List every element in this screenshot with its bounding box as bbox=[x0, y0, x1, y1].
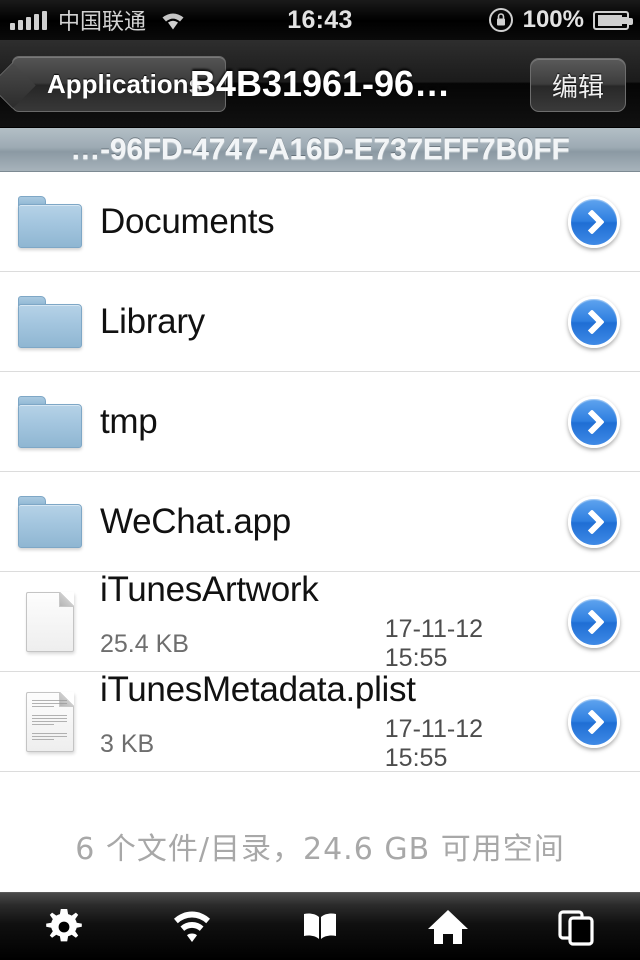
list-item-date: 17-11-12 15:55 bbox=[384, 715, 483, 772]
list-item-meta: 25.4 KB 17-11-12 15:55 bbox=[100, 615, 544, 673]
rotation-lock-icon bbox=[488, 7, 514, 33]
list-item-name: WeChat.app bbox=[100, 501, 291, 541]
battery-charging-icon bbox=[593, 10, 633, 30]
home-icon bbox=[425, 904, 471, 950]
back-button-applications[interactable]: Applications bbox=[12, 56, 227, 112]
list-item[interactable]: Documents bbox=[0, 172, 640, 272]
chevron-right-circle-icon[interactable] bbox=[548, 472, 640, 572]
list-item[interactable]: WeChat.app bbox=[0, 472, 640, 572]
list-footer-summary: 6 个文件/目录，24.6 GB 可用空间 bbox=[0, 800, 640, 892]
tab-home[interactable] bbox=[384, 893, 512, 960]
tab-settings[interactable] bbox=[0, 893, 128, 960]
path-breadcrumb-bar[interactable]: …-96FD-4747-A16D-E737EFF7B0FF bbox=[0, 128, 640, 172]
tab-bookmarks[interactable] bbox=[256, 893, 384, 960]
list-item-text: Library bbox=[100, 302, 548, 342]
tab-wifi[interactable] bbox=[128, 893, 256, 960]
chevron-right-circle-icon[interactable] bbox=[548, 172, 640, 272]
navigation-bar: Applications B4B31961-96… 编辑 bbox=[0, 40, 640, 128]
list-item-name: Documents bbox=[100, 201, 275, 241]
book-icon bbox=[297, 904, 343, 950]
list-item-name: tmp bbox=[100, 401, 158, 441]
blank-document-icon bbox=[0, 572, 100, 672]
list-item-text: iTunesArtwork 25.4 KB 17-11-12 15:55 bbox=[100, 570, 548, 673]
folder-icon bbox=[0, 372, 100, 472]
status-bar-right: 100% bbox=[488, 6, 640, 34]
folder-icon bbox=[0, 272, 100, 372]
list-item-text: WeChat.app bbox=[100, 502, 548, 542]
list-item-size: 3 KB bbox=[100, 729, 155, 758]
list-item[interactable]: tmp bbox=[0, 372, 640, 472]
list-item-size: 25.4 KB bbox=[100, 629, 189, 658]
chevron-right-circle-icon[interactable] bbox=[548, 572, 640, 672]
windows-copy-icon bbox=[553, 904, 599, 950]
list-item[interactable]: iTunesMetadata.plist 3 KB 17-11-12 15:55 bbox=[0, 670, 640, 773]
edit-button[interactable]: 编辑 bbox=[530, 58, 626, 112]
edit-button-label: 编辑 bbox=[551, 72, 604, 103]
back-button-label: Applications bbox=[47, 68, 204, 99]
folder-icon bbox=[0, 472, 100, 572]
list-item-meta: 3 KB 17-11-12 15:55 bbox=[100, 715, 544, 773]
chevron-right-circle-icon[interactable] bbox=[548, 272, 640, 372]
wifi-icon bbox=[169, 904, 215, 950]
list-item-text: tmp bbox=[100, 402, 548, 442]
breadcrumb-path-label: …-96FD-4747-A16D-E737EFF7B0FF bbox=[70, 132, 570, 166]
list-item-name: iTunesMetadata.plist bbox=[100, 670, 416, 709]
tab-bar bbox=[0, 892, 640, 960]
footer-summary-label: 6 个文件/目录，24.6 GB 可用空间 bbox=[75, 832, 565, 867]
gear-icon bbox=[41, 904, 87, 950]
chevron-right-circle-icon[interactable] bbox=[548, 672, 640, 772]
file-list[interactable]: Documents Library tmp WeChat.app iTunesA… bbox=[0, 172, 640, 800]
list-item-date: 17-11-12 15:55 bbox=[384, 615, 483, 672]
text-document-icon bbox=[0, 672, 100, 772]
file-browser-screen: 中国联通 16:43 100% Applications B4B31961-96… bbox=[0, 0, 640, 960]
list-item-name: iTunesArtwork bbox=[100, 570, 319, 609]
list-item-text: Documents bbox=[100, 202, 548, 242]
tab-windows[interactable] bbox=[512, 893, 640, 960]
list-item[interactable]: iTunesArtwork 25.4 KB 17-11-12 15:55 bbox=[0, 570, 640, 673]
chevron-right-circle-icon[interactable] bbox=[548, 372, 640, 472]
list-item[interactable]: Library bbox=[0, 272, 640, 372]
status-bar: 中国联通 16:43 100% bbox=[0, 0, 640, 40]
folder-icon bbox=[0, 172, 100, 272]
list-item-text: iTunesMetadata.plist 3 KB 17-11-12 15:55 bbox=[100, 670, 548, 773]
battery-percent-label: 100% bbox=[522, 6, 584, 33]
list-item-name: Library bbox=[100, 301, 205, 341]
